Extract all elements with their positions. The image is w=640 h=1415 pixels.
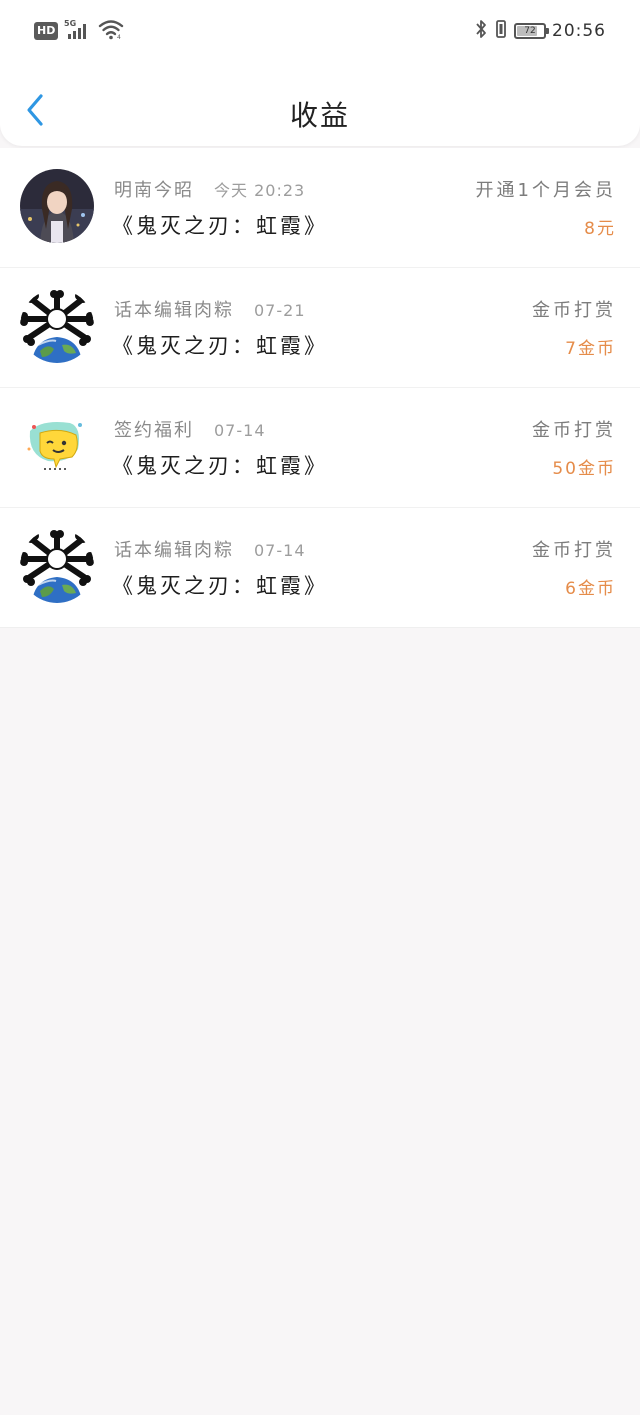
earning-row[interactable]: 签约福利 07-14 《鬼灭之刃：虹霞》 金币打赏 50金币	[0, 388, 640, 508]
earning-time: 07-21	[254, 301, 306, 320]
earning-time: 07-14	[254, 541, 306, 560]
earth-bones-avatar[interactable]	[20, 529, 94, 603]
signal-icon: 5G	[64, 18, 92, 44]
earning-row[interactable]: 明南今昭 今天 20:23 《鬼灭之刃：虹霞》 开通1个月会员 8元	[0, 148, 640, 268]
battery-icon: 72	[514, 23, 549, 39]
vibrate-icon	[494, 18, 508, 44]
hd-badge: HD	[34, 22, 59, 40]
earning-amount: 6金币	[565, 579, 616, 599]
earning-amount: 50金币	[552, 459, 616, 479]
sender-name: 话本编辑肉粽	[114, 300, 234, 321]
earning-type: 金币打赏	[532, 300, 616, 321]
earning-type: 金币打赏	[532, 540, 616, 561]
earning-time: 07-14	[214, 421, 266, 440]
earning-row[interactable]: 话本编辑肉粽 07-14 《鬼灭之刃：虹霞》 金币打赏 6金币	[0, 508, 640, 628]
svg-text:4: 4	[117, 34, 121, 40]
earning-meta: 签约福利 07-14	[114, 416, 266, 442]
title-bar: 收益	[0, 78, 640, 146]
earning-row[interactable]: 话本编辑肉粽 07-21 《鬼灭之刃：虹霞》 金币打赏 7金币	[0, 268, 640, 388]
bluetooth-icon	[474, 18, 488, 44]
earning-time: 今天 20:23	[214, 181, 306, 200]
earth-bones-avatar[interactable]	[20, 289, 94, 363]
sender-name: 明南今昭	[114, 180, 194, 201]
sender-name: 签约福利	[114, 420, 194, 441]
earning-amount: 8元	[584, 219, 616, 239]
earning-meta: 话本编辑肉粽 07-14	[114, 536, 306, 562]
status-right: 72 20:56	[474, 18, 606, 44]
book-title: 《鬼灭之刃：虹霞》	[112, 214, 328, 238]
book-title: 《鬼灭之刃：虹霞》	[112, 454, 328, 478]
book-title: 《鬼灭之刃：虹霞》	[112, 334, 328, 358]
network-label: 5G	[64, 19, 76, 28]
earning-meta: 话本编辑肉粽 07-21	[114, 296, 306, 322]
earning-type: 金币打赏	[532, 420, 616, 441]
anime-girl-avatar[interactable]	[20, 169, 94, 243]
chat-bubble-avatar[interactable]	[20, 409, 94, 483]
status-time: 20:56	[552, 21, 606, 41]
battery-level: 72	[524, 26, 536, 36]
page-title: 收益	[289, 99, 350, 132]
status-left: HD 5G 4	[34, 18, 124, 44]
status-bar: HD 5G 4 72 20:56	[0, 0, 640, 64]
earning-amount: 7金币	[565, 339, 616, 359]
header: HD 5G 4 72 20:56 收益	[0, 0, 640, 146]
earning-type: 开通1个月会员	[475, 180, 616, 201]
book-title: 《鬼灭之刃：虹霞》	[112, 574, 328, 598]
wifi-icon: 4	[98, 18, 124, 44]
earning-meta: 明南今昭 今天 20:23	[114, 176, 305, 202]
earnings-list: 明南今昭 今天 20:23 《鬼灭之刃：虹霞》 开通1个月会员 8元 话本编辑肉…	[0, 148, 640, 628]
sender-name: 话本编辑肉粽	[114, 540, 234, 561]
